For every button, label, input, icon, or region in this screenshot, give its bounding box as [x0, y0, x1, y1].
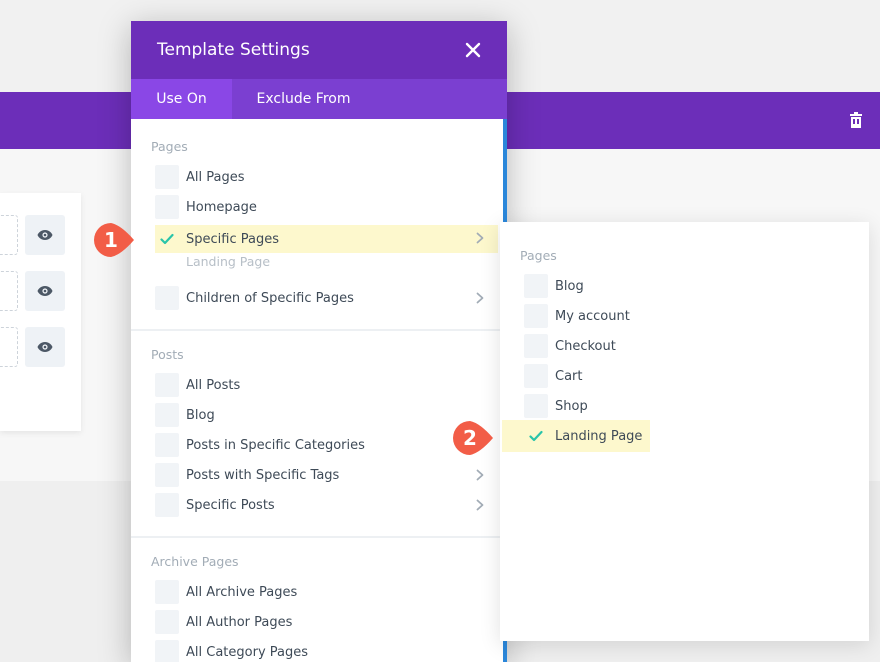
option-all-archive-pages[interactable]: All Archive Pages [155, 580, 297, 604]
template-settings-modal: Template Settings Use On Exclude From Pa… [131, 21, 507, 662]
option-all-category-pages[interactable]: All Category Pages [155, 640, 308, 662]
option-all-author-pages[interactable]: All Author Pages [155, 610, 292, 634]
template-card [0, 193, 81, 431]
checkbox[interactable] [155, 195, 179, 219]
step-number: 2 [463, 426, 477, 450]
option-label: All Category Pages [186, 644, 309, 660]
checkbox-checked[interactable] [155, 227, 179, 251]
eye-icon [37, 286, 53, 296]
page-option-my-account[interactable]: My account [524, 304, 630, 328]
chevron-right-icon[interactable] [475, 232, 485, 244]
section-label-pages: Pages [151, 139, 188, 154]
option-label: Specific Posts [186, 497, 275, 513]
template-slot[interactable] [0, 327, 18, 367]
option-label: Shop [555, 398, 588, 414]
checkbox[interactable] [155, 286, 179, 310]
tab-exclude-from[interactable]: Exclude From [232, 79, 375, 119]
checkbox[interactable] [155, 640, 179, 662]
checkbox[interactable] [155, 610, 179, 634]
chevron-right-icon[interactable] [475, 469, 485, 481]
option-all-pages[interactable]: All Pages [155, 165, 245, 189]
section-divider [131, 329, 503, 331]
checkmark-icon [160, 233, 174, 245]
visibility-button[interactable] [25, 327, 65, 367]
page-option-shop[interactable]: Shop [524, 394, 588, 418]
selected-page-sub-label: Landing Page [186, 254, 271, 269]
option-label: Blog [186, 407, 215, 423]
modal-header: Template Settings [131, 21, 507, 79]
option-blog[interactable]: Blog [155, 403, 215, 427]
section-label-posts: Posts [151, 347, 184, 362]
option-label: Cart [555, 368, 583, 384]
close-icon[interactable] [463, 40, 483, 60]
template-slot[interactable] [0, 271, 18, 311]
tab-use-on[interactable]: Use On [131, 79, 232, 119]
option-label: All Pages [186, 169, 245, 185]
eye-icon [37, 230, 53, 240]
option-label: All Author Pages [186, 614, 293, 630]
checkbox[interactable] [524, 304, 548, 328]
option-posts-with-specific-tags[interactable]: Posts with Specific Tags [155, 463, 339, 487]
checkmark-icon [529, 430, 543, 442]
option-label: Specific Pages [186, 231, 279, 247]
chevron-right-icon[interactable] [475, 499, 485, 511]
option-children-of-specific-pages[interactable]: Children of Specific Pages [155, 286, 354, 310]
option-label: Landing Page [555, 428, 643, 444]
section-label-archive-pages: Archive Pages [151, 554, 239, 569]
panel-section-label: Pages [520, 248, 557, 263]
checkbox-checked[interactable] [524, 424, 548, 448]
step-badge-2: 2 [452, 420, 494, 456]
modal-title: Template Settings [157, 40, 310, 60]
option-all-posts[interactable]: All Posts [155, 373, 240, 397]
checkbox[interactable] [155, 165, 179, 189]
checkbox[interactable] [155, 403, 179, 427]
option-label: Blog [555, 278, 584, 294]
page-option-checkout[interactable]: Checkout [524, 334, 616, 358]
option-label: Checkout [555, 338, 616, 354]
visibility-button[interactable] [25, 271, 65, 311]
page-option-landing-page[interactable]: Landing Page [524, 424, 642, 448]
page-option-cart[interactable]: Cart [524, 364, 583, 388]
step-badge-1: 1 [93, 222, 135, 258]
option-specific-posts[interactable]: Specific Posts [155, 493, 275, 517]
option-label: Homepage [186, 199, 257, 215]
section-divider [131, 536, 503, 538]
modal-tabs: Use On Exclude From [131, 79, 507, 119]
checkbox[interactable] [524, 334, 548, 358]
option-label: Children of Specific Pages [186, 290, 354, 306]
checkbox[interactable] [155, 433, 179, 457]
checkbox[interactable] [155, 463, 179, 487]
option-specific-pages[interactable]: Specific Pages [155, 227, 279, 251]
page-option-blog[interactable]: Blog [524, 274, 584, 298]
template-slot[interactable] [0, 215, 18, 255]
option-posts-in-specific-categories[interactable]: Posts in Specific Categories [155, 433, 365, 457]
checkbox[interactable] [155, 493, 179, 517]
checkbox[interactable] [524, 394, 548, 418]
trash-icon[interactable] [849, 112, 863, 128]
chevron-right-icon[interactable] [475, 292, 485, 304]
specific-pages-panel: Pages Blog My account Checkout Cart Shop… [500, 222, 869, 641]
eye-icon [37, 342, 53, 352]
visibility-button[interactable] [25, 215, 65, 255]
checkbox[interactable] [524, 274, 548, 298]
step-number: 1 [104, 228, 118, 252]
option-label: My account [555, 308, 630, 324]
option-homepage[interactable]: Homepage [155, 195, 257, 219]
option-label: Posts with Specific Tags [186, 467, 340, 483]
option-label: Posts in Specific Categories [186, 437, 365, 453]
checkbox[interactable] [524, 364, 548, 388]
option-label: All Posts [186, 377, 241, 393]
checkbox[interactable] [155, 373, 179, 397]
checkbox[interactable] [155, 580, 179, 604]
option-label: All Archive Pages [186, 584, 298, 600]
